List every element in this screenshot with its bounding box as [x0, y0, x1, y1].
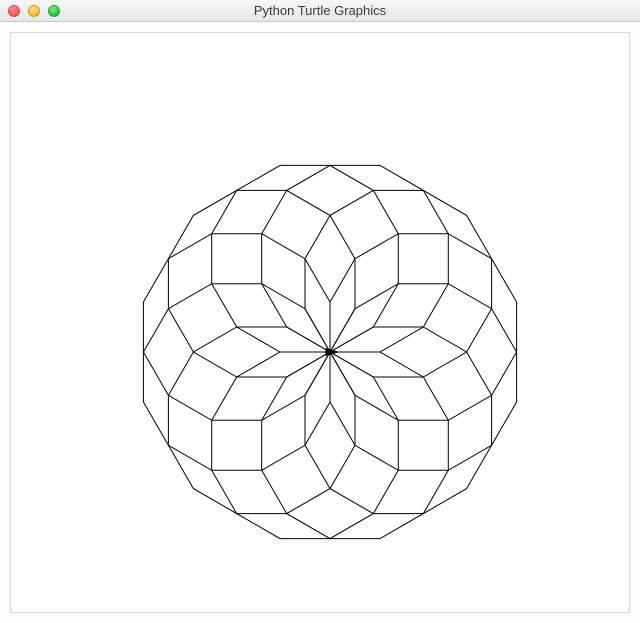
titlebar[interactable]: Python Turtle Graphics: [0, 0, 640, 22]
turtle-cursor-icon: [325, 348, 340, 356]
zoom-icon[interactable]: [48, 5, 60, 17]
app-window: Python Turtle Graphics: [0, 0, 640, 623]
close-icon[interactable]: [8, 5, 20, 17]
minimize-icon[interactable]: [28, 5, 40, 17]
content-area: [0, 22, 640, 623]
window-title: Python Turtle Graphics: [0, 3, 640, 18]
turtle-drawing: [11, 33, 629, 612]
turtle-canvas: [10, 32, 630, 613]
traffic-lights: [0, 5, 60, 17]
